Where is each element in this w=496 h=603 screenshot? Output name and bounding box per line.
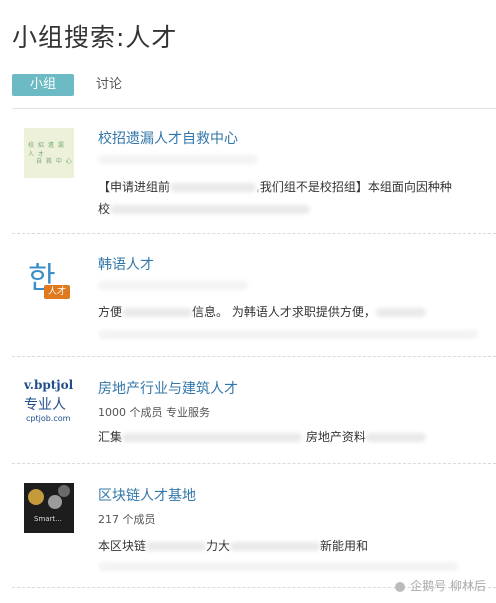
group-description-line2 (98, 327, 492, 341)
desc-text: 汇集 (98, 430, 123, 444)
desc-text: 【申请进组前 (98, 180, 171, 194)
blurred-text (110, 205, 311, 214)
blurred-text (122, 308, 193, 317)
group-description: 汇集 房地产资料 (98, 428, 492, 445)
group-name-link[interactable]: 韩语人才 (98, 254, 154, 274)
tab-discussions[interactable]: 讨论 (96, 74, 122, 96)
desc-text: 校 (98, 202, 111, 216)
group-thumbnail[interactable]: v.bptjol 专业人 cptjob.com (24, 376, 78, 426)
tab-groups[interactable]: 小组 (12, 74, 74, 96)
thumbnail-text: cptjob.com (26, 414, 71, 423)
thumbnail-text: v.bptjol (24, 378, 74, 392)
meta-text: 专业服务 (166, 406, 210, 419)
group-thumbnail[interactable]: 한 人才 (24, 253, 74, 303)
desc-text: 力大 (206, 539, 231, 553)
blurred-text (230, 542, 321, 551)
group-description: 方便 信息。 为韩语人才求职提供方便， (98, 303, 492, 320)
desc-text: 本区块链 (98, 539, 147, 553)
group-description-line2: 校 (98, 200, 492, 217)
group-name-link[interactable]: 区块链人才基地 (98, 485, 196, 505)
desc-text: 信息。 (192, 305, 229, 319)
blurred-text (98, 154, 258, 164)
blurred-text (365, 433, 426, 442)
group-description: 【申请进组前 ,我们组不是校招组】本组面向因种种 (98, 180, 452, 194)
group-thumbnail[interactable]: 校 招 遗 漏 人 才 自 救 中 心 (24, 128, 74, 178)
group-description: 本区块链 力大 新能用和 (98, 537, 492, 554)
desc-text: 方便 (98, 305, 123, 319)
page-title: 小组搜索:人才 (12, 23, 178, 52)
blurred-text (146, 542, 207, 551)
desc-text: 为韩语人才求职提供方便， (231, 305, 376, 319)
group-meta: 217 个成员 (98, 511, 156, 527)
watermark-source: 企鹅号 (410, 579, 447, 593)
blurred-text (98, 562, 458, 571)
list-item: 校 招 遗 漏 人 才 自 救 中 心 校招遗漏人才自救中心 【申请进组前 ,我们… (12, 110, 496, 234)
group-meta: 1000 个成员 专业服务 (98, 404, 210, 420)
tab-bar: 小组 讨论 (12, 74, 496, 109)
blurred-text (98, 330, 478, 339)
coin-graphic (48, 495, 62, 509)
desc-text: 新能用和 (320, 539, 369, 553)
list-item: 한 人才 韩语人才 方便 信息。 为韩语人才求职提供方便， (12, 233, 496, 357)
group-description-line2 (98, 559, 492, 573)
blurred-text (98, 280, 248, 290)
member-count: 217 (98, 513, 119, 526)
thumbnail-tag: 人才 (44, 285, 71, 299)
thumbnail-text: Smart... (34, 515, 62, 523)
watermark: 企鹅号 柳林后 (393, 577, 486, 594)
desc-text: 房地产资料 (305, 430, 366, 444)
penguin-icon (395, 581, 406, 592)
list-item: Smart... 区块链人才基地 217 个成员 本区块链 力大 新能用和 (12, 463, 496, 588)
thumbnail-text: 自 救 中 心 (36, 158, 73, 165)
watermark-author: 柳林后 (449, 579, 486, 593)
blurred-text (375, 308, 426, 317)
group-name-link[interactable]: 校招遗漏人才自救中心 (98, 128, 238, 148)
desc-text: 本组面向因种种 (367, 180, 452, 194)
group-meta (98, 152, 258, 165)
group-meta (98, 278, 248, 291)
coin-graphic (28, 489, 44, 505)
coin-graphic (58, 485, 70, 497)
group-name-link[interactable]: 房地产行业与建筑人才 (98, 378, 238, 398)
meta-text: 个成员 (129, 406, 163, 419)
group-thumbnail[interactable]: Smart... (24, 483, 74, 533)
thumbnail-text: 专业人 (24, 397, 66, 413)
member-count: 1000 (98, 406, 126, 419)
meta-text: 个成员 (122, 513, 156, 526)
list-item: v.bptjol 专业人 cptjob.com 房地产行业与建筑人才 1000 … (12, 356, 496, 464)
desc-text: 我们组不是校招组】 (259, 180, 368, 194)
blurred-text (170, 183, 257, 192)
blurred-text (122, 433, 303, 442)
